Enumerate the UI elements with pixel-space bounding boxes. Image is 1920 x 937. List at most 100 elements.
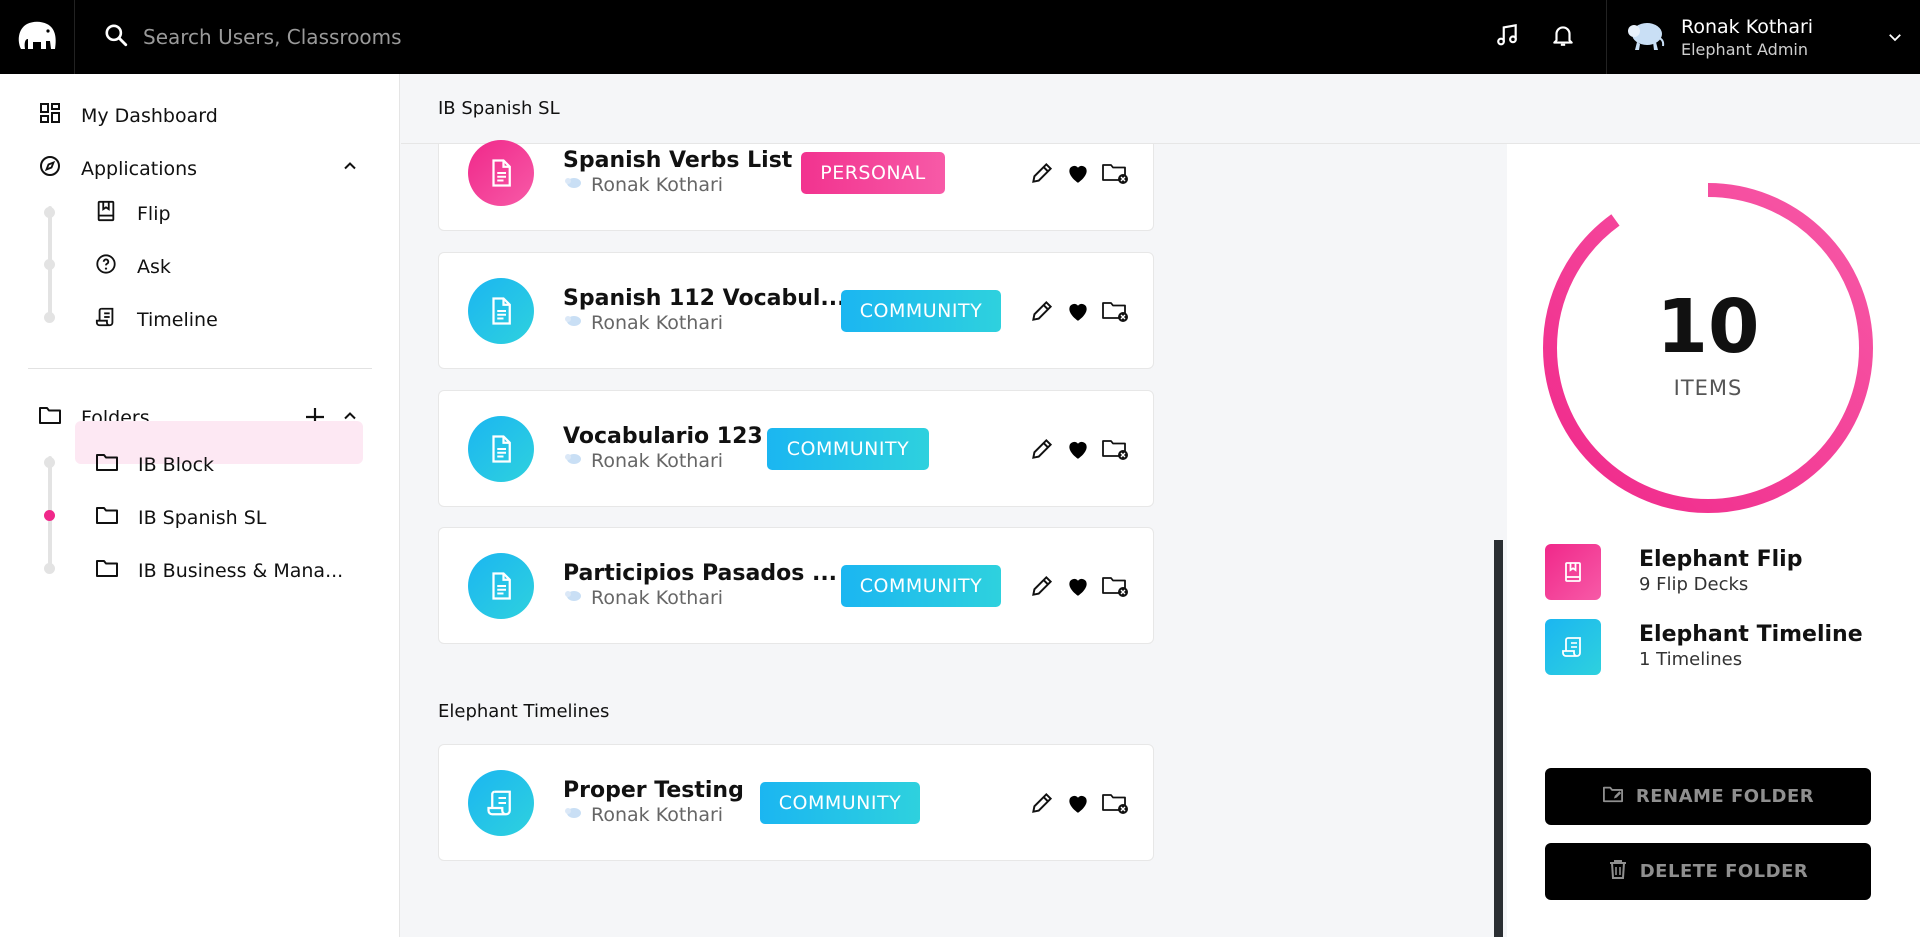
sidebar-item-timeline[interactable]: Timeline [95, 306, 218, 333]
sidebar-item-label: IB Spanish SL [138, 506, 267, 529]
user-menu[interactable]: Ronak Kothari Elephant Admin [1606, 0, 1920, 74]
document-icon [468, 278, 534, 344]
rename-folder-label: RENAME FOLDER [1635, 786, 1815, 807]
folder-remove-icon[interactable] [1101, 790, 1129, 820]
folder-icon [95, 504, 119, 531]
timeline-card[interactable]: Proper Testing Ronak Kothari COMMUNITY [438, 744, 1154, 861]
deck-card[interactable]: Spanish 112 Vocabul... Ronak Kothari COM… [438, 252, 1154, 369]
sidebar-item-applications[interactable]: Applications [38, 154, 197, 183]
folder-icon [95, 451, 119, 478]
scrollbar[interactable] [1494, 540, 1503, 937]
section-heading-timelines: Elephant Timelines [438, 701, 610, 722]
folder-icon [95, 557, 119, 584]
sidebar-item-label: IB Business & Mana... [138, 559, 344, 582]
tree-dot [44, 563, 55, 574]
visibility-badge: COMMUNITY [841, 565, 1001, 607]
heart-icon[interactable] [1065, 573, 1091, 603]
folder-remove-icon[interactable] [1101, 298, 1129, 328]
chevron-up-icon[interactable] [340, 156, 360, 180]
author-avatar-icon [563, 174, 583, 196]
rename-folder-icon [1602, 784, 1624, 809]
scroll-icon [95, 306, 117, 333]
author-avatar-icon [563, 312, 583, 334]
sidebar-folder-ib-business[interactable]: IB Business & Mana... [95, 557, 343, 584]
deck-card[interactable]: Participios Pasados ... Ronak Kothari CO… [438, 527, 1154, 644]
author-avatar-icon [563, 450, 583, 472]
author-avatar-icon [563, 587, 583, 609]
folder-remove-icon[interactable] [1101, 436, 1129, 466]
user-role: Elephant Admin [1681, 39, 1808, 59]
sidebar: My Dashboard Applications Flip Ask Timel… [0, 74, 400, 937]
stat-sub-flip: 9 Flip Decks [1639, 574, 1749, 595]
author-avatar-icon [563, 804, 583, 826]
avatar [1625, 18, 1665, 56]
pencil-icon[interactable] [1029, 573, 1055, 603]
deck-author: Ronak Kothari [591, 587, 724, 609]
tree-dot [44, 259, 55, 270]
deck-card[interactable]: Vocabulario 123 Ronak Kothari COMMUNITY [438, 390, 1154, 507]
sidebar-item-label: Timeline [137, 308, 218, 331]
deck-title: Vocabulario 123 [563, 424, 763, 449]
heart-icon[interactable] [1065, 436, 1091, 466]
trash-icon [1608, 858, 1628, 885]
search-input[interactable] [143, 25, 843, 49]
stat-title-flip: Elephant Flip [1639, 547, 1803, 572]
dashboard-icon [38, 101, 62, 130]
question-icon [95, 253, 117, 280]
delete-folder-button[interactable]: DELETE FOLDER [1545, 843, 1871, 900]
compass-icon [38, 154, 62, 183]
folder-remove-icon[interactable] [1101, 573, 1129, 603]
visibility-badge: COMMUNITY [760, 782, 920, 824]
tree-dot-active [44, 510, 55, 521]
main-header [401, 74, 1920, 144]
tree-dot [44, 457, 55, 468]
tree-dot [44, 312, 55, 323]
deck-author: Ronak Kothari [591, 312, 724, 334]
rename-folder-button[interactable]: RENAME FOLDER [1545, 768, 1871, 825]
scroll-icon [1545, 619, 1601, 675]
elephant-logo-icon[interactable] [0, 0, 75, 74]
document-icon [468, 140, 534, 206]
visibility-badge: COMMUNITY [841, 290, 1001, 332]
pencil-icon[interactable] [1029, 790, 1055, 820]
deck-author: Ronak Kothari [591, 450, 724, 472]
timeline-title: Proper Testing [563, 778, 744, 803]
music-note-icon[interactable] [1494, 22, 1520, 52]
visibility-badge: PERSONAL [801, 152, 945, 194]
sidebar-item-dashboard[interactable]: My Dashboard [38, 101, 218, 130]
deck-title: Participios Pasados ... [563, 561, 838, 586]
sidebar-folder-ib-block[interactable]: IB Block [95, 451, 214, 478]
folder-remove-icon[interactable] [1101, 160, 1129, 190]
sidebar-folder-ib-spanish-sl[interactable]: IB Spanish SL [95, 504, 266, 531]
pencil-icon[interactable] [1029, 436, 1055, 466]
flip-book-icon [95, 200, 117, 227]
heart-icon[interactable] [1065, 160, 1091, 190]
sidebar-item-label: My Dashboard [81, 104, 218, 127]
items-count-label: ITEMS [1673, 376, 1743, 400]
visibility-badge: COMMUNITY [767, 428, 929, 470]
heart-icon[interactable] [1065, 298, 1091, 328]
document-icon [468, 416, 534, 482]
sidebar-item-flip[interactable]: Flip [95, 200, 171, 227]
deck-author: Ronak Kothari [591, 174, 724, 196]
sidebar-item-label: Ask [137, 255, 171, 278]
sidebar-item-label: Flip [137, 202, 171, 225]
deck-title: Spanish Verbs List [563, 148, 793, 173]
bell-icon[interactable] [1550, 22, 1576, 52]
items-count: 10 [1656, 284, 1760, 370]
pencil-icon[interactable] [1029, 298, 1055, 328]
pencil-icon[interactable] [1029, 160, 1055, 190]
sidebar-item-ask[interactable]: Ask [95, 253, 171, 280]
page-title: IB Spanish SL [438, 98, 560, 119]
heart-icon[interactable] [1065, 790, 1091, 820]
stat-title-timeline: Elephant Timeline [1639, 622, 1863, 647]
search-icon [103, 22, 129, 52]
timeline-author: Ronak Kothari [591, 804, 724, 826]
sidebar-item-label: Applications [81, 157, 198, 180]
search-bar [103, 22, 1003, 52]
sidebar-divider [28, 368, 372, 369]
folder-icon [38, 404, 62, 431]
delete-folder-label: DELETE FOLDER [1639, 861, 1809, 882]
chevron-down-icon[interactable] [1886, 28, 1904, 50]
deck-card[interactable]: Spanish Verbs List Ronak Kothari PERSONA… [438, 140, 1154, 231]
